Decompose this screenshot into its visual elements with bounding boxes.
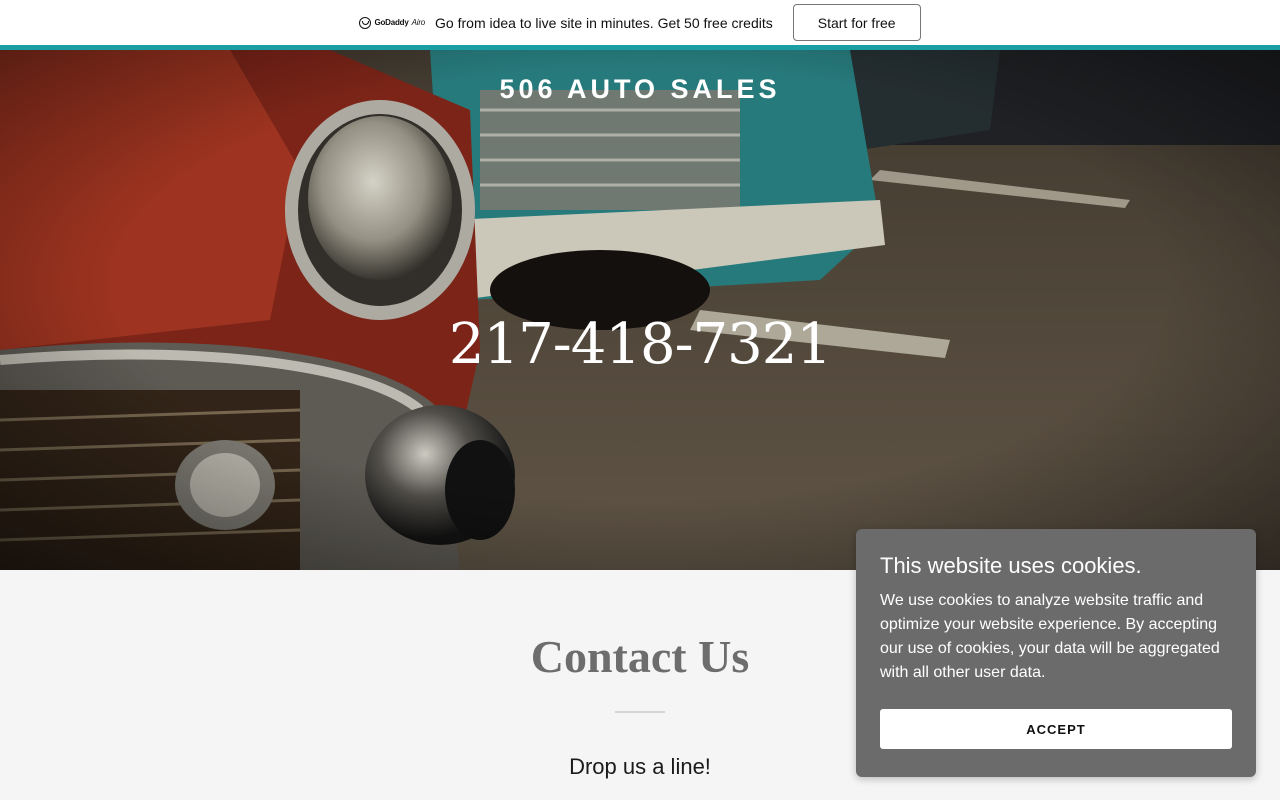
contact-divider (615, 711, 665, 713)
site-title[interactable]: 506 AUTO SALES (0, 74, 1280, 105)
logo-suffix: Airo (411, 18, 426, 27)
godaddy-logo: GoDaddy Airo (359, 16, 426, 29)
cookie-title: This website uses cookies. (880, 553, 1142, 578)
hero-background-image (0, 50, 1280, 570)
accept-cookies-button[interactable]: ACCEPT (880, 709, 1232, 749)
promo-message: Go from idea to live site in minutes. Ge… (435, 14, 773, 31)
phone-number[interactable]: 217-418-7321 (0, 312, 1280, 377)
promo-bar: GoDaddy Airo Go from idea to live site i… (0, 0, 1280, 45)
logo-text: GoDaddy (374, 18, 409, 27)
start-for-free-button[interactable]: Start for free (792, 4, 921, 41)
godaddy-logo-icon (359, 16, 372, 29)
cookie-banner: This website uses cookies. We use cookie… (856, 529, 1256, 777)
cookie-message: We use cookies to analyze website traffi… (880, 592, 1220, 681)
hero-section: 506 AUTO SALES 217-418-7321 (0, 50, 1280, 570)
